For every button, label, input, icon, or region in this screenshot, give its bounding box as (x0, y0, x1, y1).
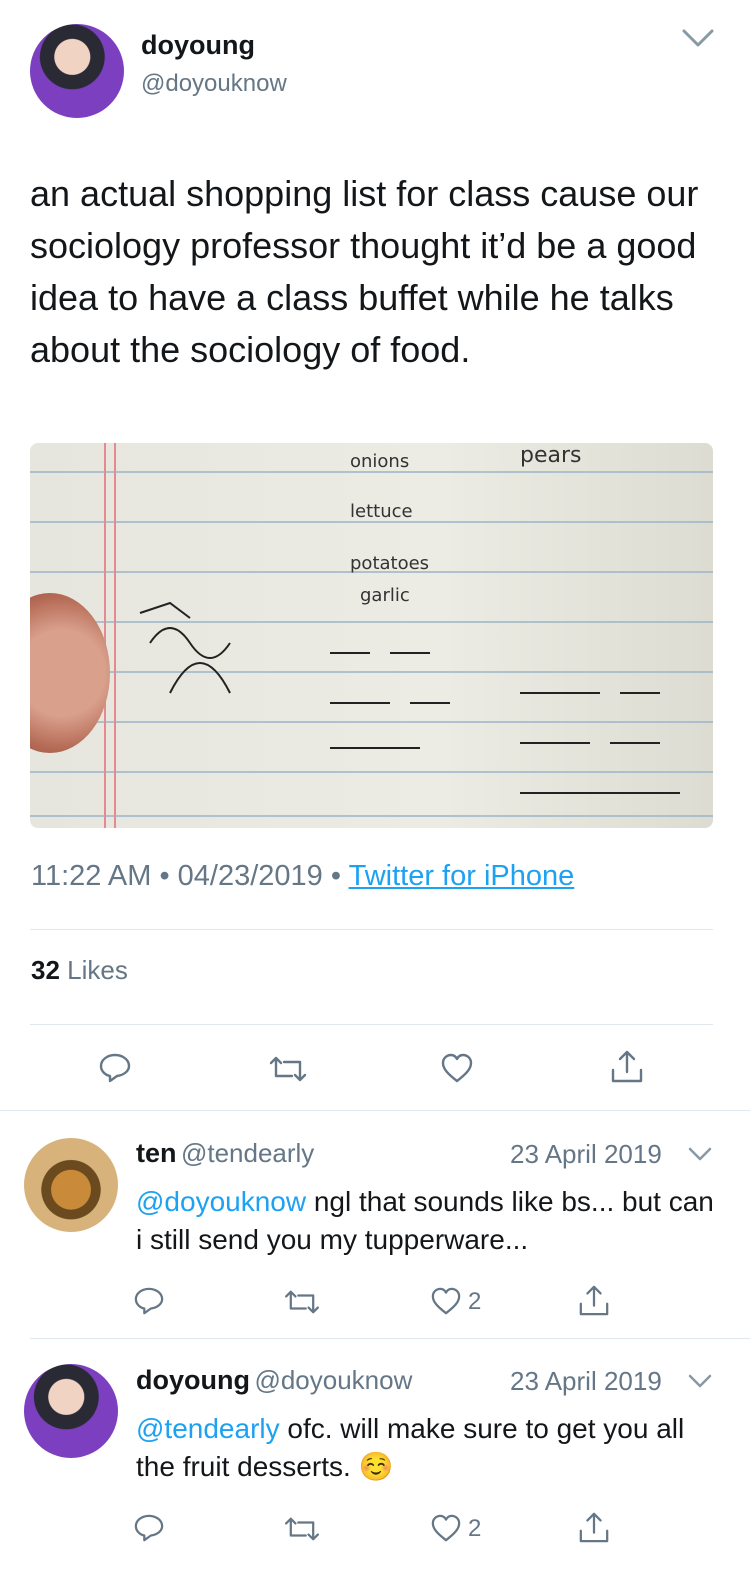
reply-icon[interactable] (133, 1286, 165, 1316)
reply-header: ten @tendearly (136, 1138, 314, 1169)
mention-link[interactable]: @tendearly (136, 1413, 280, 1444)
reply-author-name[interactable]: doyoung (136, 1365, 250, 1395)
avatar[interactable] (24, 1364, 118, 1458)
tweet-date: 04/23/2019 (177, 860, 323, 892)
tweet-source-link[interactable]: Twitter for iPhone (349, 860, 575, 892)
divider (30, 1338, 750, 1339)
tweet-image[interactable]: onions pears lettuce potatoes garlic (30, 443, 713, 828)
likes-label: Likes (67, 955, 128, 985)
reply-like-count: 2 (468, 1288, 482, 1315)
reply-icon[interactable] (98, 1052, 132, 1084)
divider (30, 1024, 713, 1025)
retweet-icon[interactable] (268, 1054, 308, 1084)
share-icon[interactable] (578, 1510, 610, 1544)
heart-icon[interactable] (430, 1513, 462, 1543)
reply-text: @doyouknow ngl that sounds like bs... bu… (136, 1183, 726, 1259)
handwriting-scribbles (139, 601, 680, 794)
likes-count: 32 (31, 955, 60, 985)
reply-date: 23 April 2019 (510, 1139, 662, 1169)
reply-header: doyoung @doyouknow (136, 1365, 412, 1396)
reply-date: 23 April 2019 (510, 1366, 662, 1396)
share-icon[interactable] (578, 1283, 610, 1317)
heart-icon[interactable] (440, 1052, 474, 1084)
avatar[interactable] (30, 24, 124, 118)
tweet-timestamp: 11:22 AM • 04/23/2019 • Twitter for iPho… (31, 860, 574, 893)
reply-like-count: 2 (468, 1515, 482, 1542)
likes-stat[interactable]: 32 Likes (31, 955, 128, 986)
author-handle[interactable]: @doyouknow (141, 70, 287, 98)
reply-author-handle[interactable]: @doyouknow (254, 1365, 412, 1395)
reply-text: @tendearly ofc. will make sure to get yo… (136, 1410, 696, 1486)
separator: • (159, 860, 170, 892)
reply-author-handle[interactable]: @tendearly (181, 1138, 314, 1168)
retweet-icon[interactable] (283, 1515, 321, 1543)
share-icon[interactable] (610, 1048, 644, 1084)
chevron-down-icon[interactable] (688, 1147, 712, 1163)
retweet-icon[interactable] (283, 1288, 321, 1316)
mention-link[interactable]: @doyouknow (136, 1186, 306, 1217)
divider (0, 1110, 750, 1111)
heart-icon[interactable] (430, 1286, 462, 1316)
separator: • (330, 860, 342, 892)
tweet-text: an actual shopping list for class cause … (30, 173, 699, 370)
reply-author-name[interactable]: ten (136, 1138, 177, 1168)
divider (30, 929, 713, 930)
tweet-time: 11:22 AM (31, 860, 152, 892)
avatar[interactable] (24, 1138, 118, 1232)
chevron-down-icon[interactable] (682, 28, 714, 48)
chevron-down-icon[interactable] (688, 1374, 712, 1390)
reply-icon[interactable] (133, 1513, 165, 1543)
author-name[interactable]: doyoung (141, 30, 255, 61)
